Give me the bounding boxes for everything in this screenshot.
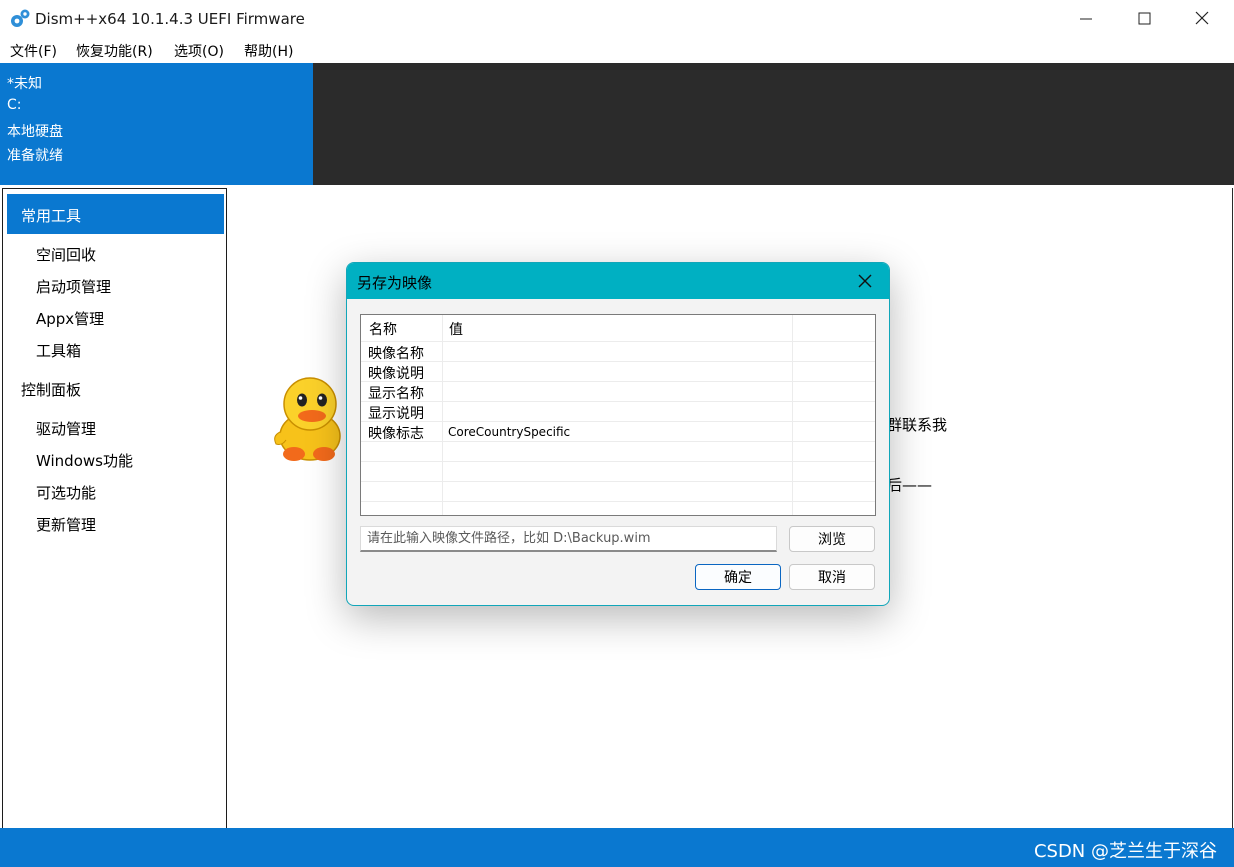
close-icon[interactable] bbox=[855, 271, 875, 291]
row-value[interactable]: CoreCountrySpecific bbox=[448, 425, 570, 439]
menu-file[interactable]: 文件(F) bbox=[10, 41, 57, 61]
watermark-text: CSDN @芝兰生于深谷 bbox=[1033, 841, 1217, 862]
table-row-empty bbox=[361, 461, 875, 482]
sidebar-group-control-panel[interactable]: 控制面板 bbox=[21, 379, 81, 400]
background-text-2: 后—— bbox=[887, 476, 933, 494]
table-row[interactable]: 显示名称 bbox=[361, 381, 875, 402]
sidebar-item-common-tools[interactable]: 常用工具 bbox=[7, 194, 224, 234]
sidebar-item-appx[interactable]: Appx管理 bbox=[36, 308, 104, 329]
table-row[interactable]: 映像说明 bbox=[361, 361, 875, 382]
ok-button[interactable]: 确定 bbox=[695, 564, 781, 590]
image-properties-table[interactable]: 名称 值 映像名称 映像说明 显示名称 显示说明 映像标志 CoreCountr… bbox=[360, 314, 876, 516]
save-image-dialog: 另存为映像 名称 值 映像名称 映像说明 显示名称 显示说明 映像标志 Core… bbox=[346, 262, 890, 606]
image-path-input[interactable] bbox=[360, 526, 777, 552]
row-name: 显示名称 bbox=[368, 386, 424, 402]
table-row[interactable]: 映像名称 bbox=[361, 341, 875, 362]
status-bar: CSDN @芝兰生于深谷 bbox=[0, 828, 1234, 867]
row-name: 映像说明 bbox=[368, 366, 424, 382]
menu-restore[interactable]: 恢复功能(R) bbox=[76, 41, 153, 61]
close-button[interactable] bbox=[1174, 0, 1232, 38]
menu-bar: 文件(F) 恢复功能(R) 选项(O) 帮助(H) bbox=[0, 38, 1234, 62]
menu-help[interactable]: 帮助(H) bbox=[244, 41, 293, 61]
close-icon bbox=[1195, 11, 1209, 25]
sidebar-item-updates[interactable]: 更新管理 bbox=[36, 514, 96, 535]
maximize-button[interactable] bbox=[1116, 0, 1174, 38]
session-status: 准备就绪 bbox=[7, 148, 63, 164]
sidebar-item-windows-features[interactable]: Windows功能 bbox=[36, 450, 133, 471]
duck-mascot-image bbox=[274, 377, 341, 461]
table-row[interactable]: 显示说明 bbox=[361, 401, 875, 422]
minimize-button[interactable] bbox=[1058, 0, 1116, 38]
table-row-empty bbox=[361, 481, 875, 502]
title-bar: Dism++x64 10.1.4.3 UEFI Firmware bbox=[0, 0, 1234, 38]
sidebar-item-toolbox[interactable]: 工具箱 bbox=[36, 340, 81, 361]
session-info-panel[interactable]: *未知 C: 本地硬盘 准备就绪 bbox=[0, 63, 313, 185]
dialog-title-bar: 另存为映像 bbox=[347, 263, 889, 299]
table-header: 名称 值 bbox=[361, 315, 875, 342]
cancel-button[interactable]: 取消 bbox=[789, 564, 875, 590]
row-name: 显示说明 bbox=[368, 406, 424, 422]
row-name: 映像标志 bbox=[368, 426, 424, 442]
table-row-empty bbox=[361, 441, 875, 462]
dialog-title: 另存为映像 bbox=[357, 274, 433, 292]
minimize-icon bbox=[1080, 18, 1092, 20]
column-header-value[interactable]: 值 bbox=[449, 319, 463, 339]
sidebar-item-optional-features[interactable]: 可选功能 bbox=[36, 482, 96, 503]
session-type: 本地硬盘 bbox=[7, 124, 63, 140]
session-drive: C: bbox=[7, 97, 22, 113]
background-text-1: 群联系我 bbox=[887, 416, 948, 434]
column-header-name[interactable]: 名称 bbox=[369, 319, 397, 339]
row-name: 映像名称 bbox=[368, 346, 424, 362]
session-name: *未知 bbox=[7, 76, 42, 92]
table-row[interactable]: 映像标志 CoreCountrySpecific bbox=[361, 421, 875, 442]
sidebar-item-space-reclaim[interactable]: 空间回收 bbox=[36, 244, 96, 265]
gear-icon bbox=[11, 9, 30, 27]
menu-options[interactable]: 选项(O) bbox=[174, 41, 224, 61]
maximize-icon bbox=[1138, 12, 1151, 25]
sidebar-item-startup[interactable]: 启动项管理 bbox=[36, 276, 111, 297]
window-title: Dism++x64 10.1.4.3 UEFI Firmware bbox=[35, 10, 305, 28]
sidebar-item-drivers[interactable]: 驱动管理 bbox=[36, 418, 96, 439]
sidebar: 常用工具 空间回收 启动项管理 Appx管理 工具箱 控制面板 驱动管理 Win… bbox=[2, 188, 227, 829]
session-list-area bbox=[313, 63, 1234, 185]
sidebar-item-label: 常用工具 bbox=[21, 207, 82, 225]
browse-button[interactable]: 浏览 bbox=[789, 526, 875, 552]
